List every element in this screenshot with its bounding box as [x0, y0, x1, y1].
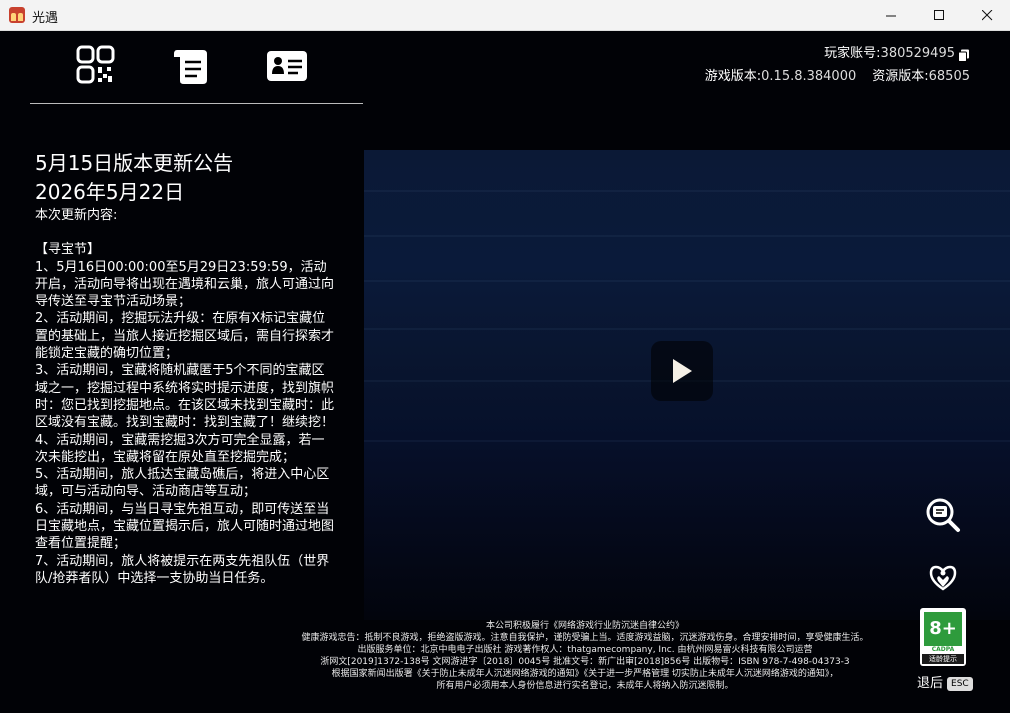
video-player[interactable]	[364, 150, 1010, 620]
play-button[interactable]	[651, 341, 713, 401]
player-id-value: 380529495	[880, 46, 955, 61]
announcement-button[interactable]	[169, 45, 213, 87]
footer-line: 健康游戏忠告：抵制不良游戏，拒绝盗版游戏。注意自我保护，谨防受骗上当。适度游戏益…	[301, 633, 869, 643]
minimize-button[interactable]	[868, 0, 914, 31]
minimize-icon	[885, 15, 896, 17]
footer-line: 浙网文[2019]1372-138号 文网游进字〔2018〕0045号 批准文号…	[320, 657, 850, 667]
game-screen: 玩家账号:380529495 游戏版本:0.15.8.384000 资源版本:68…	[0, 31, 1010, 713]
maximize-icon	[933, 10, 944, 20]
close-button[interactable]	[964, 0, 1010, 31]
back-label: 退后	[917, 676, 944, 691]
footer-line: 本公司积极履行《网络游戏行业防沉迷自律公约》	[485, 621, 684, 631]
age-rating-value: 8+	[924, 612, 962, 646]
announcement-item: 2、活动期间，挖掘玩法升级：在原有X标记宝藏位置的基础上，当旅人接近挖掘区域后，…	[35, 311, 335, 362]
announcement-item: 1、5月16日00:00:00至5月29日23:59:59，活动开启，活动向导将…	[35, 259, 335, 310]
app-logo-icon	[9, 7, 25, 23]
qr-code-icon	[76, 45, 115, 84]
family-guard-button[interactable]	[925, 559, 961, 595]
announcement-date: 2026年5月22日	[35, 180, 185, 204]
announcement-item: 7、活动期间，旅人将被提示在两支先祖队伍（世界队/抢莽者队）中选择一支协助当日任…	[35, 553, 330, 586]
nav-divider	[30, 103, 363, 104]
qr-code-button[interactable]	[74, 45, 118, 87]
announcement-item: 3、活动期间，宝藏将随机藏匿于5个不同的宝藏区域之一，挖掘过程中系统将实时提示进…	[35, 363, 335, 431]
window-title: 光遇	[32, 11, 59, 26]
title-bar: 光遇	[0, 0, 1010, 31]
player-id-label: 玩家账号:	[824, 46, 881, 61]
announcement-item: 4、活动期间，宝藏需挖掘3次方可完全显露，若一次未能挖出，宝藏将留在原处直至挖掘…	[35, 432, 325, 465]
play-icon	[673, 359, 692, 383]
resource-version-value: 68505	[928, 68, 970, 84]
back-button[interactable]: 退后 ESC	[917, 672, 973, 691]
age-rating-badge[interactable]: 8+ CADPA 适龄提示	[920, 608, 966, 666]
footer-line: 所有用户必须用本人身份信息进行实名登记，未成年人将纳入防沉迷限制。	[436, 681, 734, 691]
age-rating-label: 适龄提示	[922, 654, 964, 664]
resource-version-label: 资源版本:	[872, 68, 929, 84]
announcement-title: 5月15日版本更新公告	[35, 151, 234, 175]
account-info: 玩家账号:380529495 游戏版本:0.15.8.384000 资源版本:68…	[705, 43, 970, 88]
announcement-section: 【寻宝节】	[35, 242, 101, 258]
copy-icon[interactable]	[958, 48, 970, 62]
legal-footer: 本公司积极履行《网络游戏行业防沉迷自律公约》 健康游戏忠告：抵制不良游戏，拒绝盗…	[260, 620, 910, 692]
announcement-item: 6、活动期间，与当日寻宝先祖互动，即可传送至当日宝藏地点，宝藏位置揭示后，旅人可…	[35, 501, 335, 552]
age-rating-org: CADPA	[931, 646, 955, 653]
announcement-intro: 本次更新内容:	[35, 208, 118, 223]
customer-service-button[interactable]	[925, 497, 961, 533]
heart-hands-icon	[929, 565, 957, 591]
footer-line: 出版服务单位：北京中电电子出版社 游戏著作权人：thatgamecompany,…	[357, 645, 813, 655]
magnifier-chat-icon	[926, 498, 960, 532]
maximize-button[interactable]	[916, 0, 962, 31]
id-card-button[interactable]	[265, 45, 309, 87]
close-icon	[981, 10, 992, 21]
id-card-icon	[267, 51, 307, 81]
footer-line: 根据国家新闻出版署《关于防止未成年人沉迷网络游戏的通知》《关于进一步严格管理 切…	[331, 669, 839, 679]
esc-key-badge: ESC	[947, 676, 973, 691]
game-version-label: 游戏版本:	[704, 68, 762, 84]
scroll-icon	[174, 50, 207, 84]
announcement-panel[interactable]: 5月15日版本更新公告 2026年5月22日 本次更新内容: 【寻宝节】 1、5…	[35, 149, 335, 611]
announcement-item: 5、活动期间，旅人抵达宝藏岛礁后，将进入中心区域，可与活动向导、活动商店等互动；	[35, 467, 330, 500]
game-version-value: 0.15.8.384000	[761, 68, 857, 84]
